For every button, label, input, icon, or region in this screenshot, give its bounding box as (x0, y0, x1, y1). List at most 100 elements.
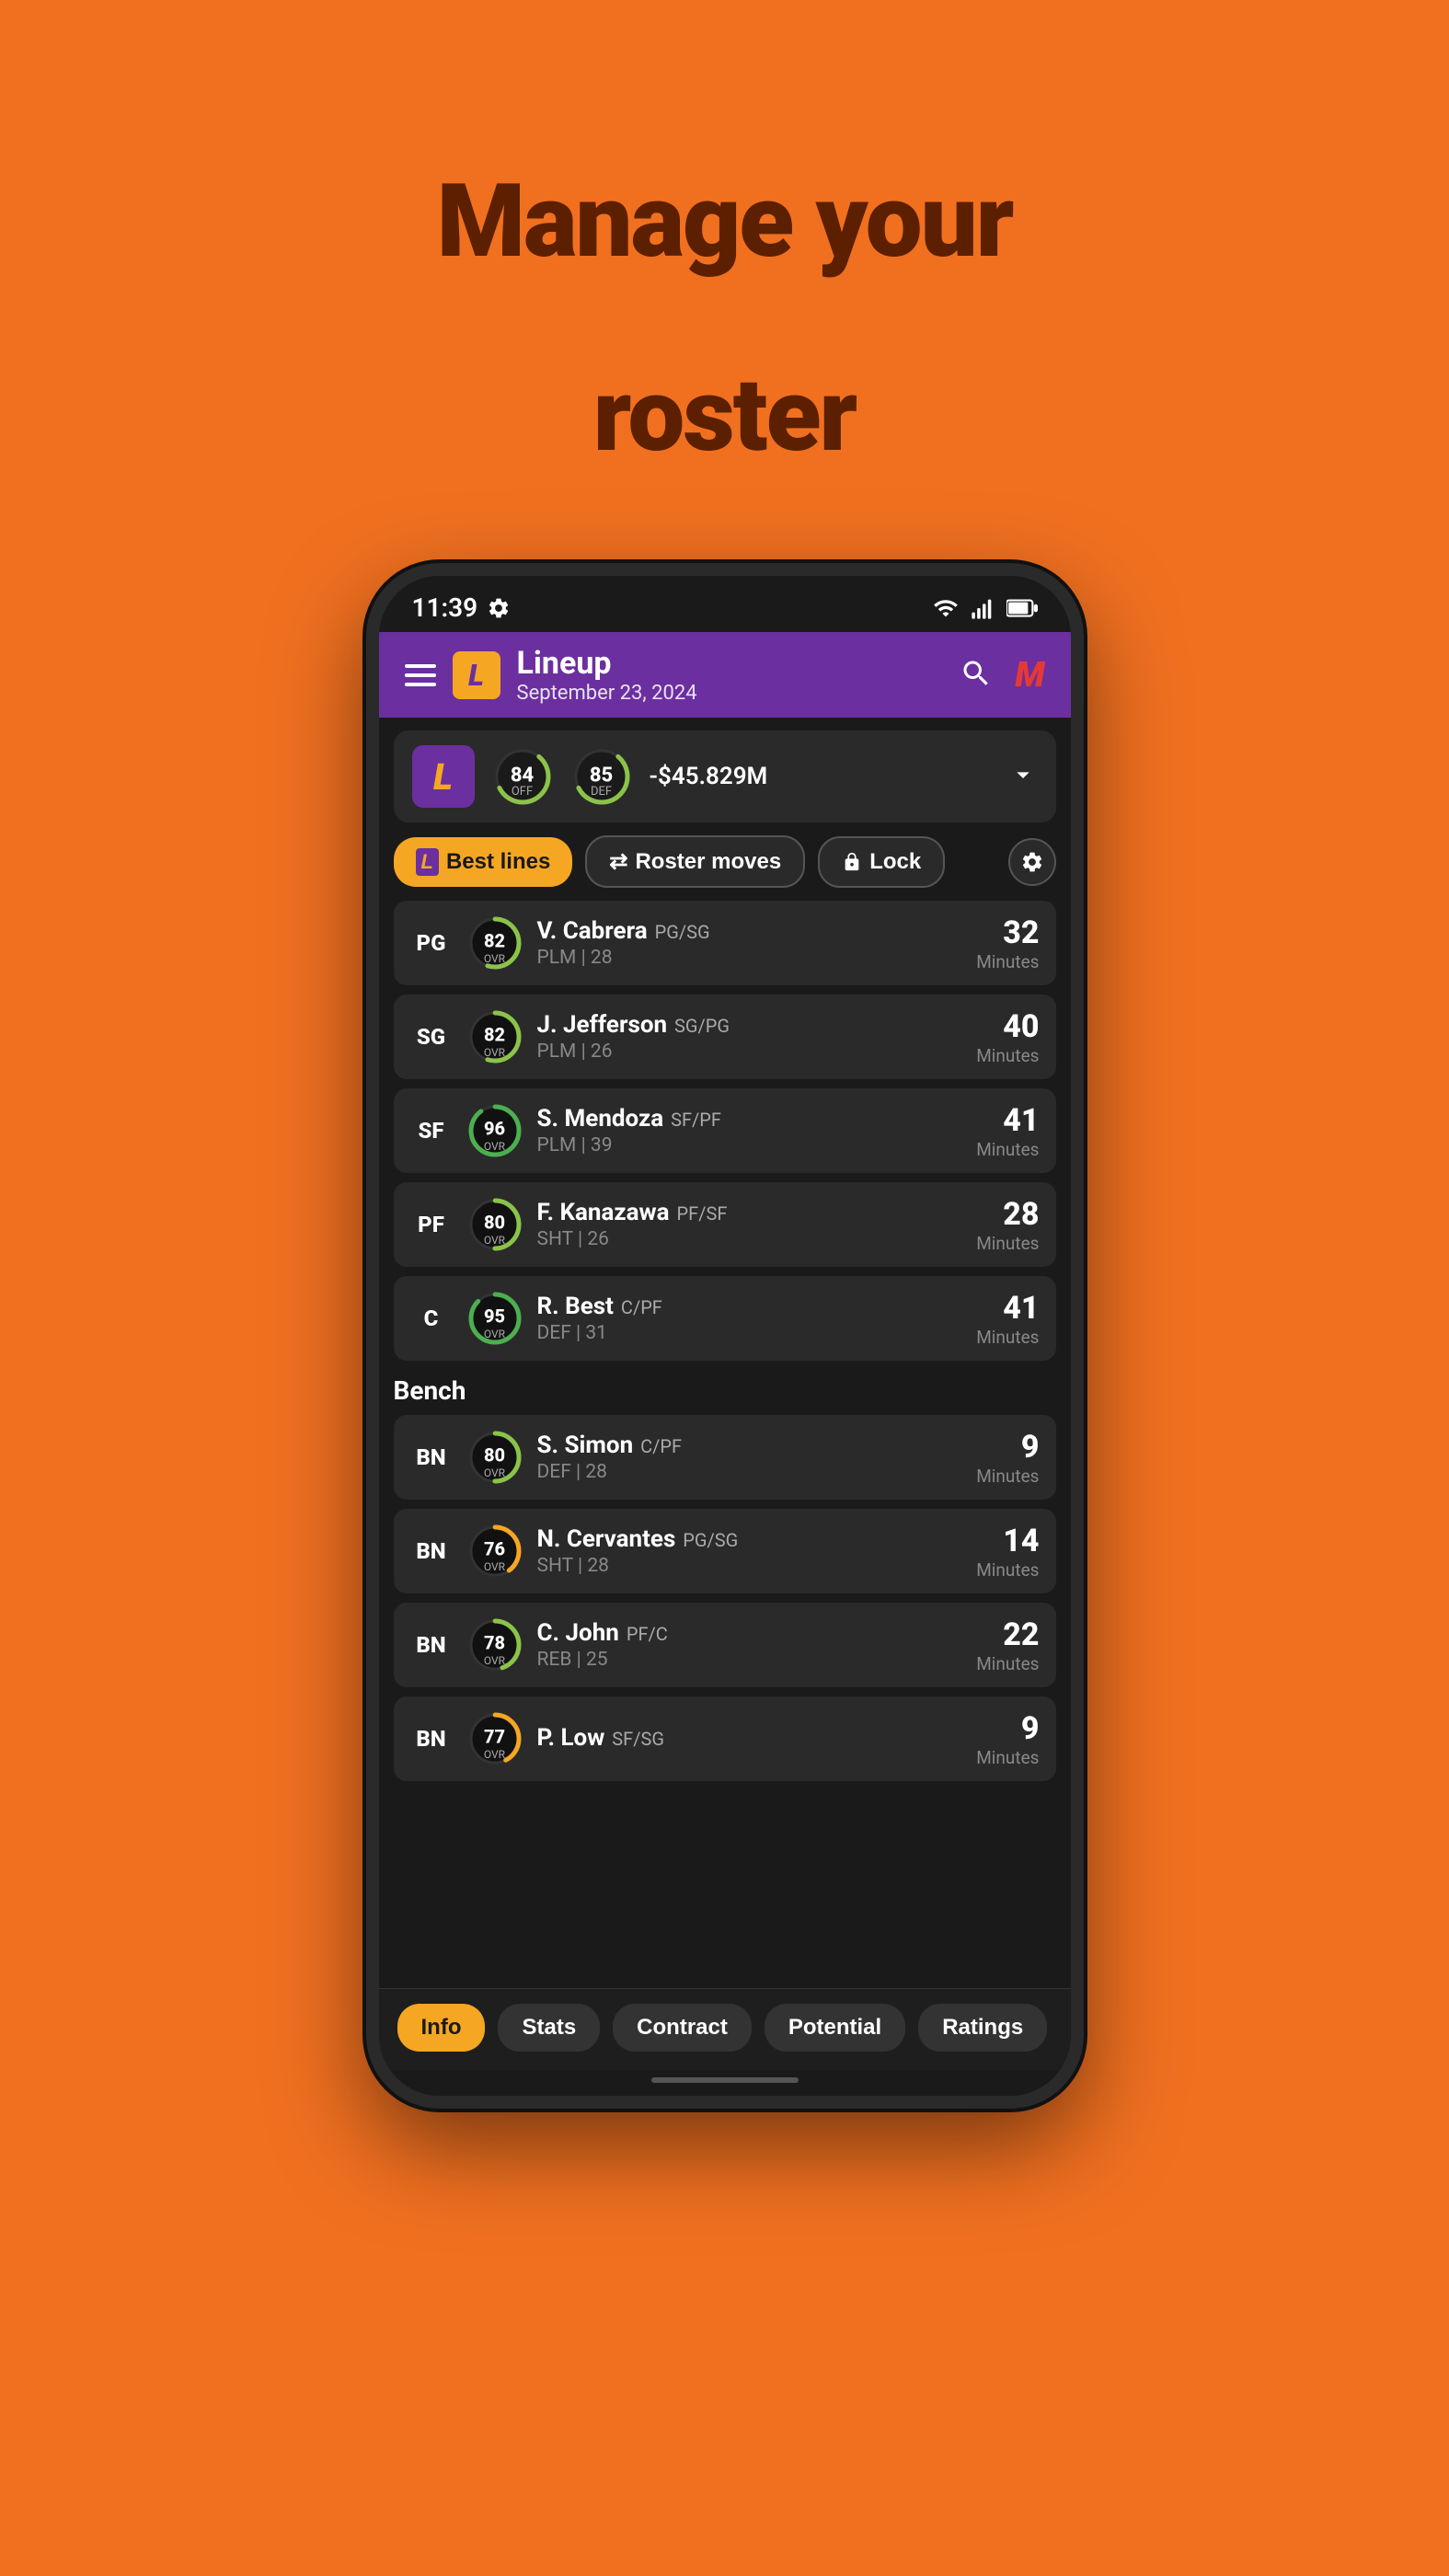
player-name: R. Best C/PF (537, 1293, 964, 1320)
minutes-label: Minutes (976, 1653, 1039, 1674)
player-row[interactable]: BN 76 OVR N. Cervantes PG/SG SHT | 28 14… (394, 1509, 1056, 1593)
team-logo-med: L (412, 745, 475, 808)
ovr-label: OVR (484, 1466, 505, 1479)
def-rating-value: 85 (590, 764, 613, 787)
player-row[interactable]: SF 96 OVR S. Mendoza SF/PF PLM | 39 41 M… (394, 1088, 1056, 1173)
tab-potential[interactable]: Potential (765, 2004, 905, 2052)
player-position-detail: PG/SG (655, 921, 710, 943)
position-badge: BN (410, 1632, 453, 1658)
player-info: J. Jefferson SG/PG PLM | 26 (537, 1011, 964, 1063)
ovr-circle: 95 OVR (466, 1289, 524, 1348)
chevron-down-icon (1008, 760, 1038, 789)
off-rating-label: OFF (512, 785, 533, 799)
header-title-text: Lineup (517, 645, 697, 682)
ovr-label: OVR (484, 1654, 505, 1667)
ovr-label: OVR (484, 952, 505, 965)
position-badge: BN (410, 1538, 453, 1564)
minutes-label: Minutes (976, 1045, 1039, 1066)
player-minutes: 9 Minutes (976, 1710, 1039, 1768)
minutes-label: Minutes (976, 1233, 1039, 1254)
team-summary: L 84 OFF 85 DEF -$45.829M (394, 730, 1056, 822)
minutes-label: Minutes (976, 1747, 1039, 1768)
wifi-icon (933, 595, 959, 621)
ovr-number: 96 (484, 1118, 505, 1140)
ovr-number: 95 (484, 1305, 505, 1328)
ovr-circle: 96 OVR (466, 1101, 524, 1160)
ovr-circle: 77 OVR (466, 1709, 524, 1768)
expand-button[interactable] (1008, 760, 1038, 793)
minutes-label: Minutes (976, 951, 1039, 972)
player-list: PG 82 OVR V. Cabrera PG/SG PLM | 28 32 M… (379, 901, 1071, 1988)
player-position-detail: C/PF (640, 1435, 682, 1457)
m-logo[interactable]: M (1015, 655, 1044, 696)
heading-line1: Manage your (437, 166, 1013, 277)
player-position-detail: PF/SF (677, 1202, 728, 1225)
ovr-number: 76 (484, 1538, 505, 1560)
heading-line2: roster (437, 360, 1013, 471)
status-icons (933, 595, 1038, 621)
ovr-circle: 82 OVR (466, 1007, 524, 1066)
tab-contract[interactable]: Contract (613, 2004, 752, 2052)
player-minutes: 40 Minutes (976, 1008, 1039, 1066)
minutes-number: 41 (976, 1290, 1039, 1327)
tab-info[interactable]: Info (397, 2004, 486, 2052)
header-subtitle: September 23, 2024 (517, 682, 697, 705)
player-row[interactable]: C 95 OVR R. Best C/PF DEF | 31 41 Minute… (394, 1276, 1056, 1361)
player-name: F. Kanazawa PF/SF (537, 1199, 964, 1226)
player-row[interactable]: BN 77 OVR P. Low SF/SG 9 Minutes (394, 1696, 1056, 1781)
minutes-number: 41 (976, 1102, 1039, 1139)
player-row[interactable]: BN 78 OVR C. John PF/C REB | 25 22 Minut… (394, 1603, 1056, 1687)
player-minutes: 14 Minutes (976, 1523, 1039, 1581)
player-row[interactable]: SG 82 OVR J. Jefferson SG/PG PLM | 26 40… (394, 995, 1056, 1079)
bench-section-label: Bench (394, 1370, 1056, 1415)
settings-button[interactable] (1008, 838, 1056, 886)
header-right: M (960, 655, 1044, 696)
player-team-detail: REB | 25 (537, 1649, 964, 1671)
team-budget: -$45.829M (650, 763, 992, 790)
ovr-label: OVR (484, 1046, 505, 1059)
ovr-number: 77 (484, 1726, 505, 1748)
minutes-label: Minutes (976, 1466, 1039, 1487)
ovr-circle: 78 OVR (466, 1616, 524, 1674)
roster-moves-button[interactable]: ⇄ Roster moves (585, 835, 805, 888)
minutes-number: 28 (976, 1196, 1039, 1233)
player-info: P. Low SF/SG (537, 1724, 964, 1754)
ovr-label: OVR (484, 1140, 505, 1153)
player-info: V. Cabrera PG/SG PLM | 28 (537, 917, 964, 969)
player-minutes: 41 Minutes (976, 1290, 1039, 1348)
player-info: C. John PF/C REB | 25 (537, 1619, 964, 1671)
tab-ratings[interactable]: Ratings (918, 2004, 1047, 2052)
home-indicator (379, 2070, 1071, 2096)
ovr-circle: 80 OVR (466, 1195, 524, 1254)
player-row[interactable]: PG 82 OVR V. Cabrera PG/SG PLM | 28 32 M… (394, 901, 1056, 985)
ovr-label: OVR (484, 1328, 505, 1340)
settings-icon (1020, 850, 1044, 874)
player-team-detail: DEF | 28 (537, 1461, 964, 1483)
header-title-group: Lineup September 23, 2024 (517, 645, 697, 705)
player-row[interactable]: BN 80 OVR S. Simon C/PF DEF | 28 9 Minut… (394, 1415, 1056, 1500)
lock-button[interactable]: Lock (818, 836, 945, 888)
ovr-number: 82 (484, 1024, 505, 1046)
player-name: S. Mendoza SF/PF (537, 1105, 964, 1133)
search-button[interactable] (960, 657, 993, 694)
player-info: S. Simon C/PF DEF | 28 (537, 1432, 964, 1483)
ovr-circle: 82 OVR (466, 914, 524, 972)
player-position-detail: SG/PG (674, 1015, 730, 1037)
player-name: P. Low SF/SG (537, 1724, 964, 1752)
player-team-detail: DEF | 31 (537, 1322, 964, 1344)
player-position-detail: SF/PF (671, 1109, 721, 1131)
player-info: F. Kanazawa PF/SF SHT | 26 (537, 1199, 964, 1250)
player-position-detail: PF/C (627, 1623, 668, 1645)
minutes-label: Minutes (976, 1559, 1039, 1581)
minutes-number: 40 (976, 1008, 1039, 1045)
action-row: L Best lines ⇄ Roster moves Lock (379, 835, 1071, 901)
ovr-number: 80 (484, 1212, 505, 1234)
player-row[interactable]: PF 80 OVR F. Kanazawa PF/SF SHT | 26 28 … (394, 1182, 1056, 1267)
best-lines-button[interactable]: L Best lines (394, 837, 573, 887)
tab-stats[interactable]: Stats (498, 2004, 600, 2052)
position-badge: SG (410, 1024, 453, 1050)
header-left: L Lineup September 23, 2024 (405, 645, 697, 705)
ovr-number: 80 (484, 1444, 505, 1466)
hamburger-menu[interactable] (405, 664, 436, 686)
battery-icon (1006, 595, 1038, 621)
